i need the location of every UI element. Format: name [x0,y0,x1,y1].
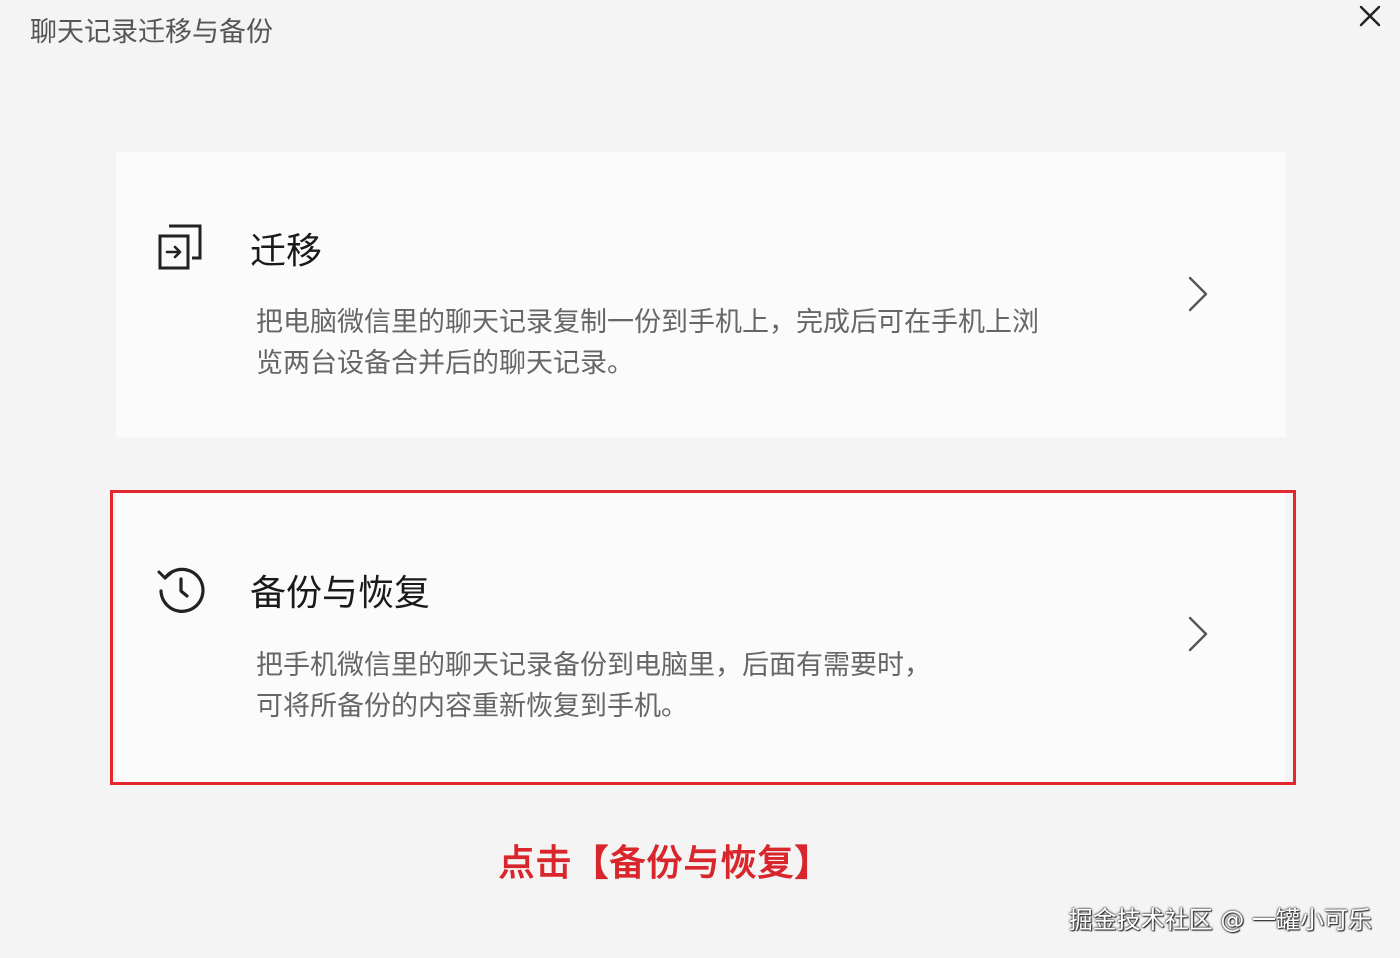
watermark: 掘金技术社区 @ 一罐小可乐 [1068,906,1372,934]
migrate-card[interactable]: 迁移 把电脑微信里的聊天记录复制一份到手机上，完成后可在手机上浏 览两台设备合并… [116,152,1286,437]
close-icon [1359,5,1381,27]
backup-restore-description: 把手机微信里的聊天记录备份到电脑里，后面有需要时， 可将所备份的内容重新恢复到手… [256,645,1176,727]
migrate-description-line1: 把电脑微信里的聊天记录复制一份到手机上，完成后可在手机上浏 [256,307,1039,338]
migrate-description-line2: 览两台设备合并后的聊天记录。 [256,348,634,379]
migrate-title: 迁移 [250,231,323,272]
window-title: 聊天记录迁移与备份 [30,17,273,48]
backup-description-line2: 可将所备份的内容重新恢复到手机。 [256,691,688,722]
migrate-icon [158,224,202,270]
close-button[interactable] [1350,0,1390,32]
backup-description-line1: 把手机微信里的聊天记录备份到电脑里，后面有需要时， [256,650,931,681]
chevron-right-icon [1188,276,1208,312]
backup-restore-title: 备份与恢复 [250,573,431,614]
annotation-instruction: 点击【备份与恢复】 [498,843,832,884]
history-clock-icon [157,567,205,613]
backup-restore-card[interactable]: 备份与恢复 把手机微信里的聊天记录备份到电脑里，后面有需要时， 可将所备份的内容… [116,492,1286,782]
chevron-right-icon [1188,616,1208,652]
migrate-description: 把电脑微信里的聊天记录复制一份到手机上，完成后可在手机上浏 览两台设备合并后的聊… [256,302,1176,384]
